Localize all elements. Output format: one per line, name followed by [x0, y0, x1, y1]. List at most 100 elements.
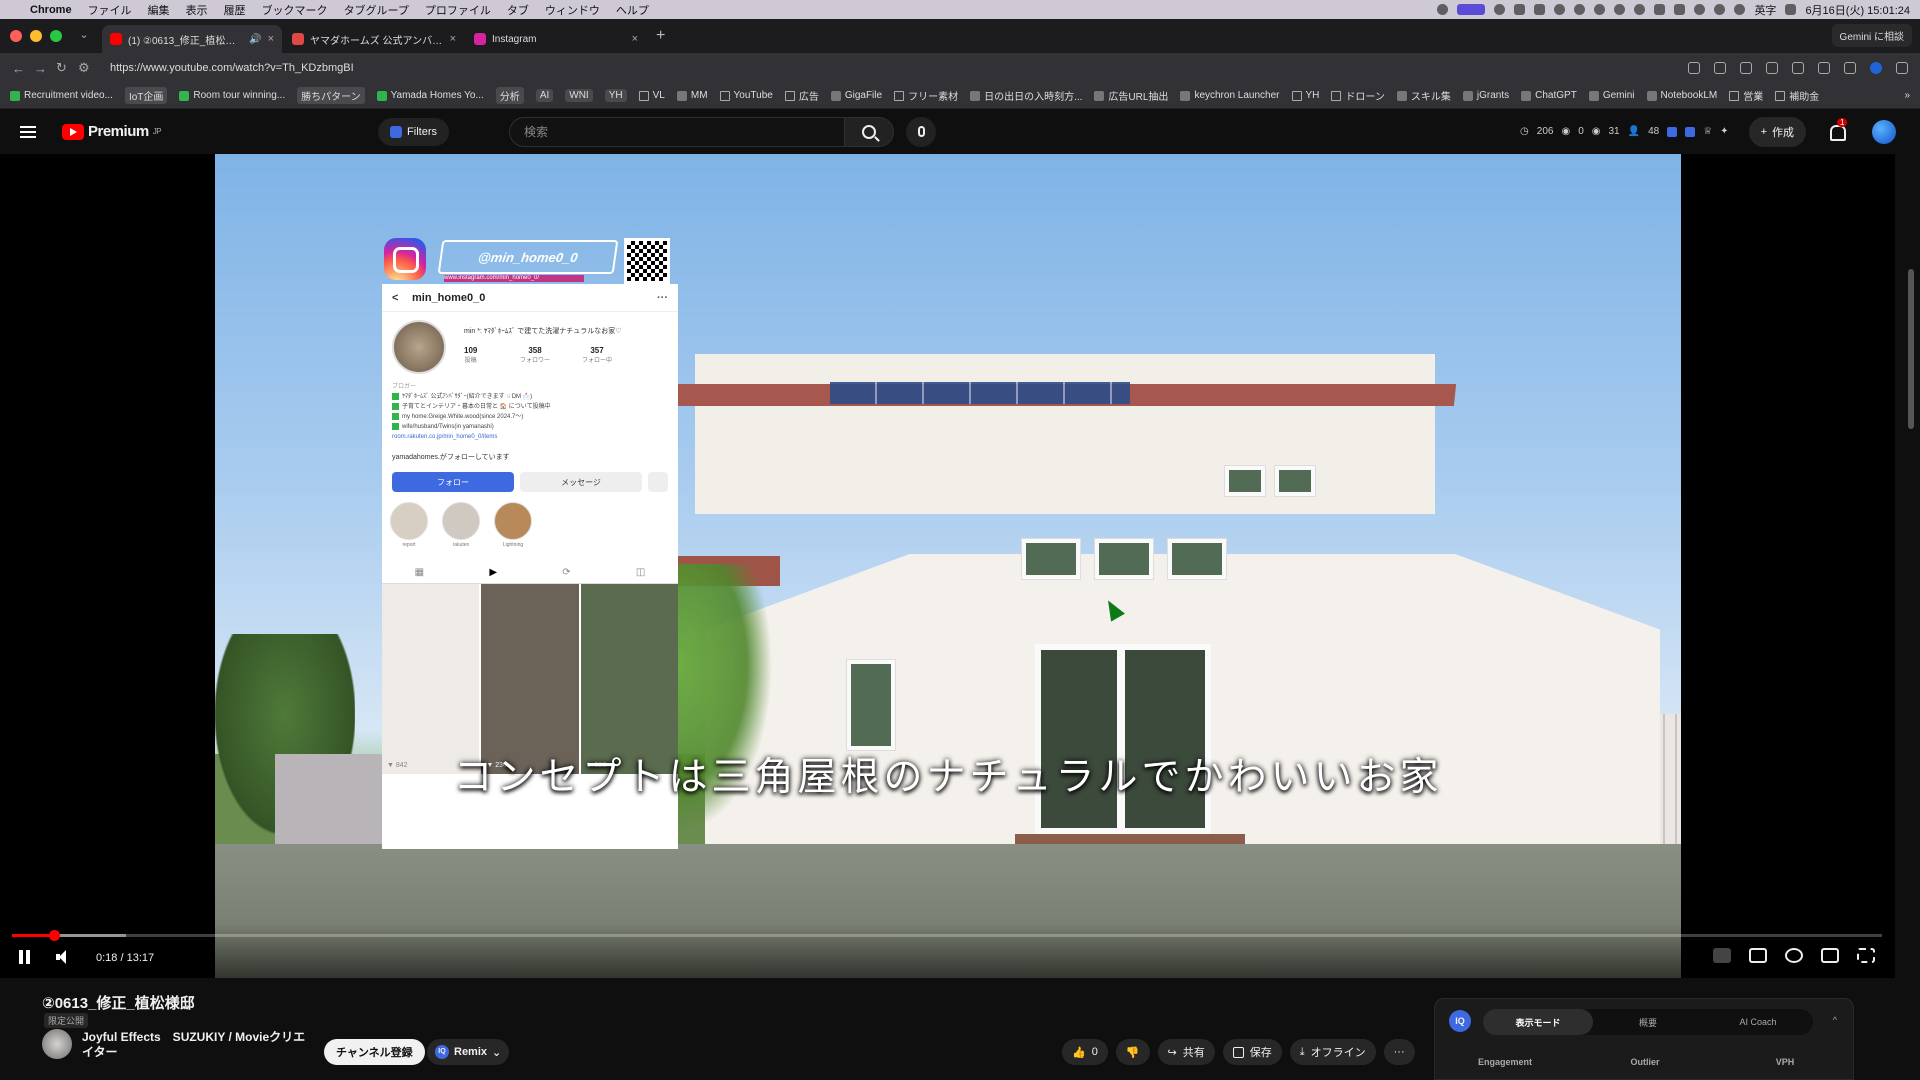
bookmark-item[interactable]: 勝ちパターン	[297, 87, 365, 104]
status-icon[interactable]	[1554, 4, 1566, 15]
menu-file[interactable]: ファイル	[88, 2, 132, 18]
bookmark-item[interactable]: VL	[638, 90, 665, 101]
bookmark-item[interactable]: スキル集	[1396, 88, 1451, 103]
voice-search-button[interactable]	[906, 116, 936, 147]
close-tab-icon[interactable]: ×	[450, 33, 456, 45]
bookmark-item[interactable]: Recruitment video...	[10, 90, 113, 101]
chevron-up-icon[interactable]: ^	[1833, 1015, 1837, 1025]
status-icon[interactable]	[1574, 4, 1586, 15]
video-player[interactable]: @min_home0_0 www.instagram.com/min_home0…	[0, 154, 1895, 978]
tab-yamada[interactable]: ヤマダホームズ 公式アンバサダ ×	[284, 25, 464, 53]
share-button[interactable]: ↪ 共有	[1157, 1039, 1215, 1065]
tab-search-icon[interactable]: ⌄	[76, 28, 92, 44]
tab-display-mode[interactable]: 表示モード	[1483, 1009, 1593, 1035]
tab-youtube[interactable]: (1) ②0613_修正_植松様邸 🔊 ×	[102, 25, 282, 53]
create-button[interactable]: + 作成	[1748, 116, 1806, 147]
bookmark-item[interactable]: ドローン	[1331, 88, 1385, 103]
menu-icon[interactable]	[20, 125, 36, 138]
battery-icon[interactable]	[1654, 4, 1666, 15]
close-tab-icon[interactable]: ×	[632, 33, 638, 45]
input-mode[interactable]: 英字	[1754, 2, 1776, 18]
bluetooth-icon[interactable]	[1714, 4, 1726, 15]
extension-icon[interactable]	[1766, 62, 1778, 74]
remix-button[interactable]: IQ Remix ⌄	[427, 1039, 510, 1065]
account-avatar[interactable]	[1872, 119, 1896, 144]
status-icon[interactable]	[1634, 4, 1646, 15]
theater-mode-icon[interactable]	[1821, 948, 1839, 963]
wifi-icon[interactable]	[1734, 4, 1746, 15]
bookmark-item[interactable]: Yamada Homes Yo...	[376, 90, 484, 101]
bookmarks-overflow-icon[interactable]: »	[1904, 90, 1910, 101]
bookmark-item[interactable]: MM	[676, 90, 708, 101]
profile-icon[interactable]	[1870, 62, 1882, 74]
dislike-button[interactable]: 👎	[1115, 1039, 1150, 1065]
bookmark-item[interactable]: Room tour winning...	[179, 90, 285, 101]
channel-name[interactable]: Joyful Effects SUZUKIY / Movieクリエイター	[82, 1030, 314, 1060]
forward-icon[interactable]: →	[34, 61, 56, 76]
menu-tab[interactable]: タブ	[507, 2, 529, 18]
back-icon[interactable]: ←	[12, 61, 34, 76]
menu-bookmarks[interactable]: ブックマーク	[262, 2, 328, 18]
search-input[interactable]: 検索	[509, 116, 844, 147]
bookmark-item[interactable]: GigaFile	[830, 90, 882, 101]
filters-button[interactable]: Filters	[378, 117, 449, 146]
status-icon[interactable]	[1534, 4, 1546, 15]
reading-list-icon[interactable]	[1844, 62, 1856, 74]
bookmark-item[interactable]: AI	[535, 89, 554, 102]
bookmark-item[interactable]: 日の出日の入時刻方...	[970, 88, 1082, 103]
extensions-puzzle-icon[interactable]	[1792, 62, 1804, 74]
close-tab-icon[interactable]: ×	[268, 33, 274, 45]
trophy-icon[interactable]: ♕	[1703, 126, 1712, 137]
iq-extension-icon[interactable]	[1713, 948, 1731, 963]
status-icon[interactable]	[1514, 4, 1526, 15]
bookmark-item[interactable]: IoT企画	[124, 87, 168, 104]
bookmark-item[interactable]: YouTube	[719, 90, 773, 101]
more-actions-button[interactable]: ···	[1383, 1039, 1415, 1065]
bookmark-item[interactable]: 広告URL抽出	[1094, 88, 1168, 103]
bookmark-item[interactable]: YH	[604, 89, 627, 102]
bookmark-item[interactable]: jGrants	[1462, 90, 1509, 101]
bulb-icon[interactable]: ✦	[1720, 126, 1728, 137]
like-button[interactable]: 👍 0	[1062, 1039, 1108, 1065]
save-button[interactable]: 保存	[1222, 1039, 1282, 1065]
menu-window[interactable]: ウィンドウ	[545, 2, 600, 18]
control-center-icon[interactable]	[1785, 4, 1797, 15]
extension-icon[interactable]	[1740, 62, 1752, 74]
status-icon[interactable]	[1594, 4, 1606, 15]
bookmark-item[interactable]: keychron Launcher	[1180, 90, 1280, 101]
settings-icon[interactable]	[1785, 948, 1803, 963]
offline-button[interactable]: ⤓ オフライン	[1289, 1039, 1376, 1065]
bookmark-item[interactable]: フリー素材	[894, 88, 958, 103]
scrollbar-thumb[interactable]	[1908, 269, 1914, 429]
youtube-premium-logo[interactable]: Premium JP	[62, 123, 162, 140]
close-window-button[interactable]	[10, 30, 22, 42]
status-icon[interactable]	[1674, 4, 1686, 15]
new-tab-icon[interactable]: +	[656, 27, 665, 45]
menu-profiles[interactable]: プロファイル	[425, 2, 491, 18]
screen-share-icon[interactable]	[1457, 4, 1486, 15]
bookmark-item[interactable]: 分析	[495, 87, 524, 104]
status-icon[interactable]	[1614, 4, 1626, 15]
bookmark-item[interactable]: YH	[1291, 90, 1319, 101]
progress-bar[interactable]	[12, 930, 1882, 941]
tab-instagram[interactable]: Instagram ×	[466, 25, 646, 53]
menu-edit[interactable]: 編集	[148, 2, 170, 18]
status-icon[interactable]	[1437, 4, 1449, 15]
download-icon[interactable]	[1818, 62, 1830, 74]
menubar-clock[interactable]: 6月16日(火) 15:01:24	[1805, 2, 1910, 18]
menu-history[interactable]: 履歴	[224, 2, 246, 18]
menubar-app-name[interactable]: Chrome	[30, 4, 72, 16]
bookmark-item[interactable]: ChatGPT	[1521, 90, 1577, 101]
bookmark-item[interactable]: NotebookLM	[1646, 90, 1717, 101]
menu-tab-groups[interactable]: タブグループ	[344, 2, 409, 18]
channel-avatar[interactable]	[42, 1029, 72, 1059]
search-button[interactable]	[844, 116, 894, 147]
bookmark-item[interactable]: WNI	[565, 89, 593, 102]
notifications-icon[interactable]: 1	[1828, 117, 1848, 141]
subscribe-button[interactable]: チャンネル登録	[324, 1039, 425, 1065]
url-field[interactable]: https://www.youtube.com/watch?v=Th_KDzbm…	[110, 62, 1688, 74]
minimize-window-button[interactable]	[30, 30, 42, 42]
reload-icon[interactable]: ↻	[56, 60, 78, 76]
bookmark-item[interactable]: Gemini	[1588, 90, 1635, 101]
menu-view[interactable]: 表示	[186, 2, 208, 18]
